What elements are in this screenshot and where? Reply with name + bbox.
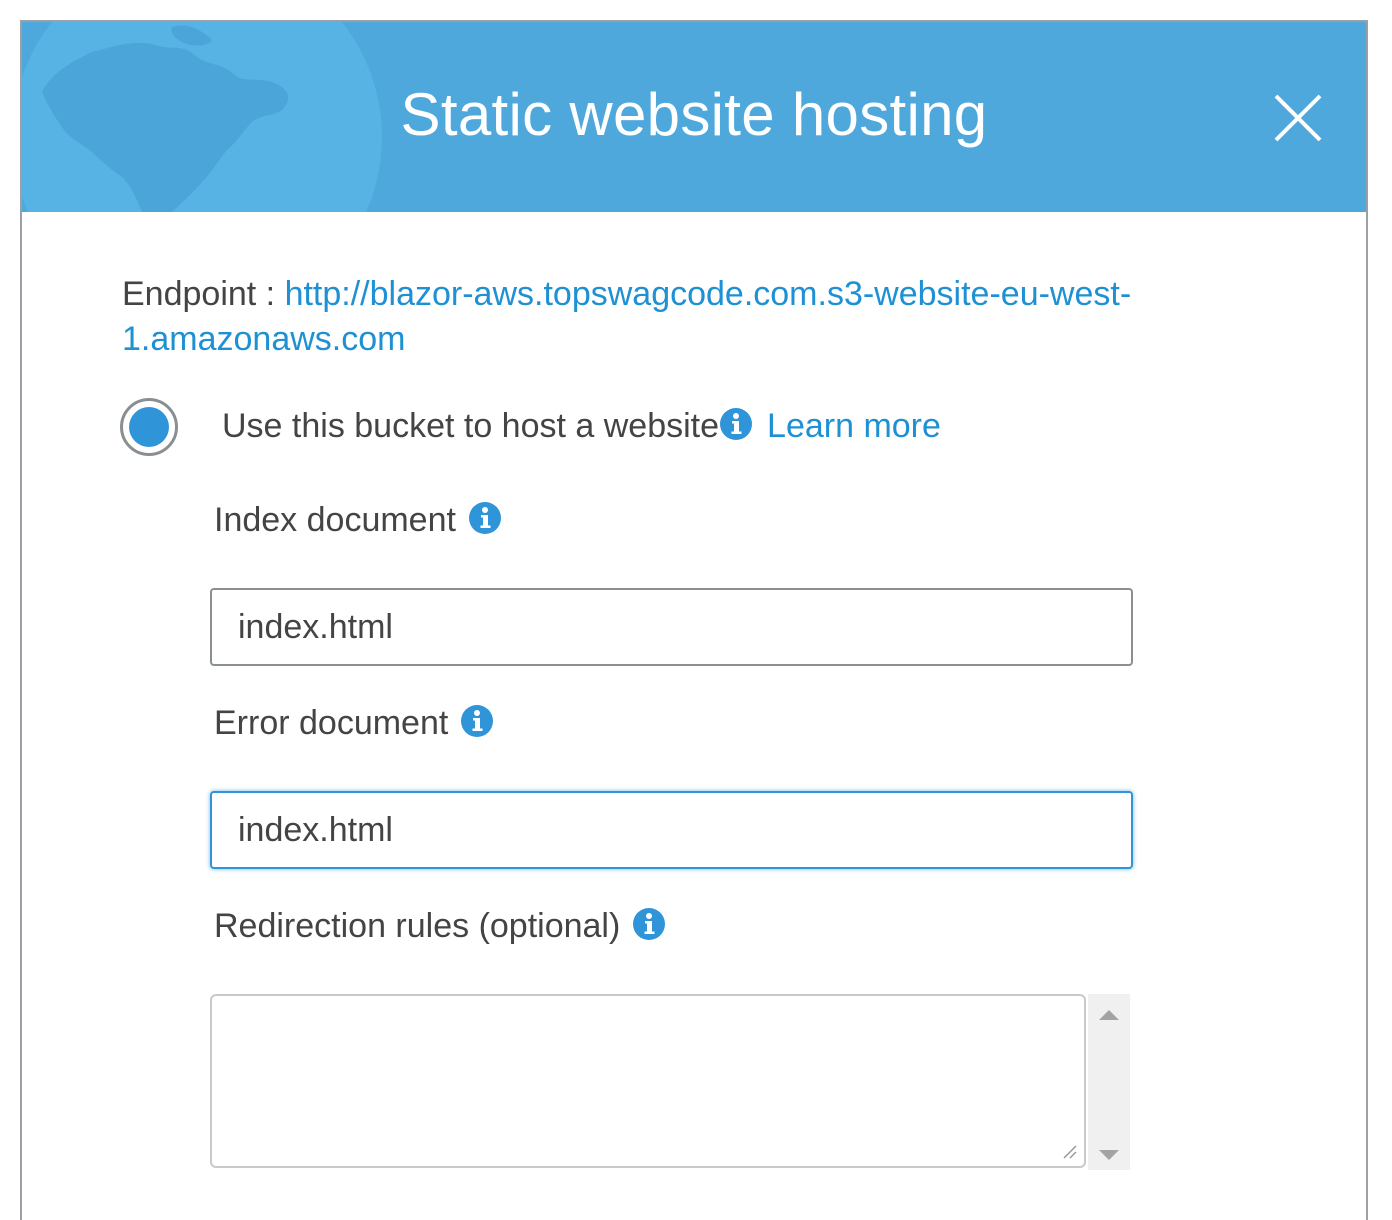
redirection-rules-textarea[interactable] bbox=[210, 994, 1086, 1168]
close-button[interactable] bbox=[1268, 88, 1328, 148]
info-icon[interactable] bbox=[460, 704, 494, 738]
close-icon bbox=[1274, 94, 1322, 142]
endpoint-row: Endpoint : http://blazor-aws.topswagcode… bbox=[122, 272, 1222, 362]
index-document-label: Index document bbox=[214, 501, 456, 539]
index-document-label-row: Index document bbox=[214, 498, 502, 542]
dialog-header: Static website hosting bbox=[22, 22, 1366, 212]
info-icon[interactable] bbox=[719, 407, 753, 441]
host-website-label-row: Use this bucket to host a website Learn m… bbox=[222, 404, 941, 448]
scroll-up-icon[interactable] bbox=[1098, 1008, 1120, 1022]
host-website-option: Use this bucket to host a website Learn m… bbox=[120, 398, 1120, 464]
resize-grip-icon[interactable] bbox=[1060, 1142, 1078, 1160]
redirection-rules-field bbox=[210, 994, 1130, 1170]
index-document-input[interactable] bbox=[210, 588, 1133, 666]
static-website-hosting-dialog: Static website hosting Endpoint : http:/… bbox=[20, 20, 1368, 1220]
dialog-title: Static website hosting bbox=[400, 81, 988, 148]
textarea-scrollbar[interactable] bbox=[1088, 994, 1130, 1170]
endpoint-label: Endpoint : bbox=[122, 275, 276, 313]
endpoint-url-line1: http://blazor-aws.topswagcode.com.s3-web… bbox=[284, 275, 1132, 313]
host-website-label: Use this bucket to host a website bbox=[222, 407, 720, 445]
info-icon[interactable] bbox=[632, 907, 666, 941]
error-document-label-row: Error document bbox=[214, 701, 494, 745]
radio-selected-dot bbox=[129, 407, 169, 447]
redirection-rules-label: Redirection rules (optional) bbox=[214, 907, 621, 945]
endpoint-url-line2: 1.amazonaws.com bbox=[122, 320, 406, 358]
redirection-rules-label-row: Redirection rules (optional) bbox=[214, 904, 666, 948]
error-document-label: Error document bbox=[214, 704, 449, 742]
error-document-input[interactable] bbox=[210, 791, 1133, 869]
info-icon[interactable] bbox=[468, 501, 502, 535]
scroll-down-icon[interactable] bbox=[1098, 1148, 1120, 1162]
host-website-radio[interactable] bbox=[120, 398, 178, 456]
learn-more-link[interactable]: Learn more bbox=[767, 407, 941, 445]
